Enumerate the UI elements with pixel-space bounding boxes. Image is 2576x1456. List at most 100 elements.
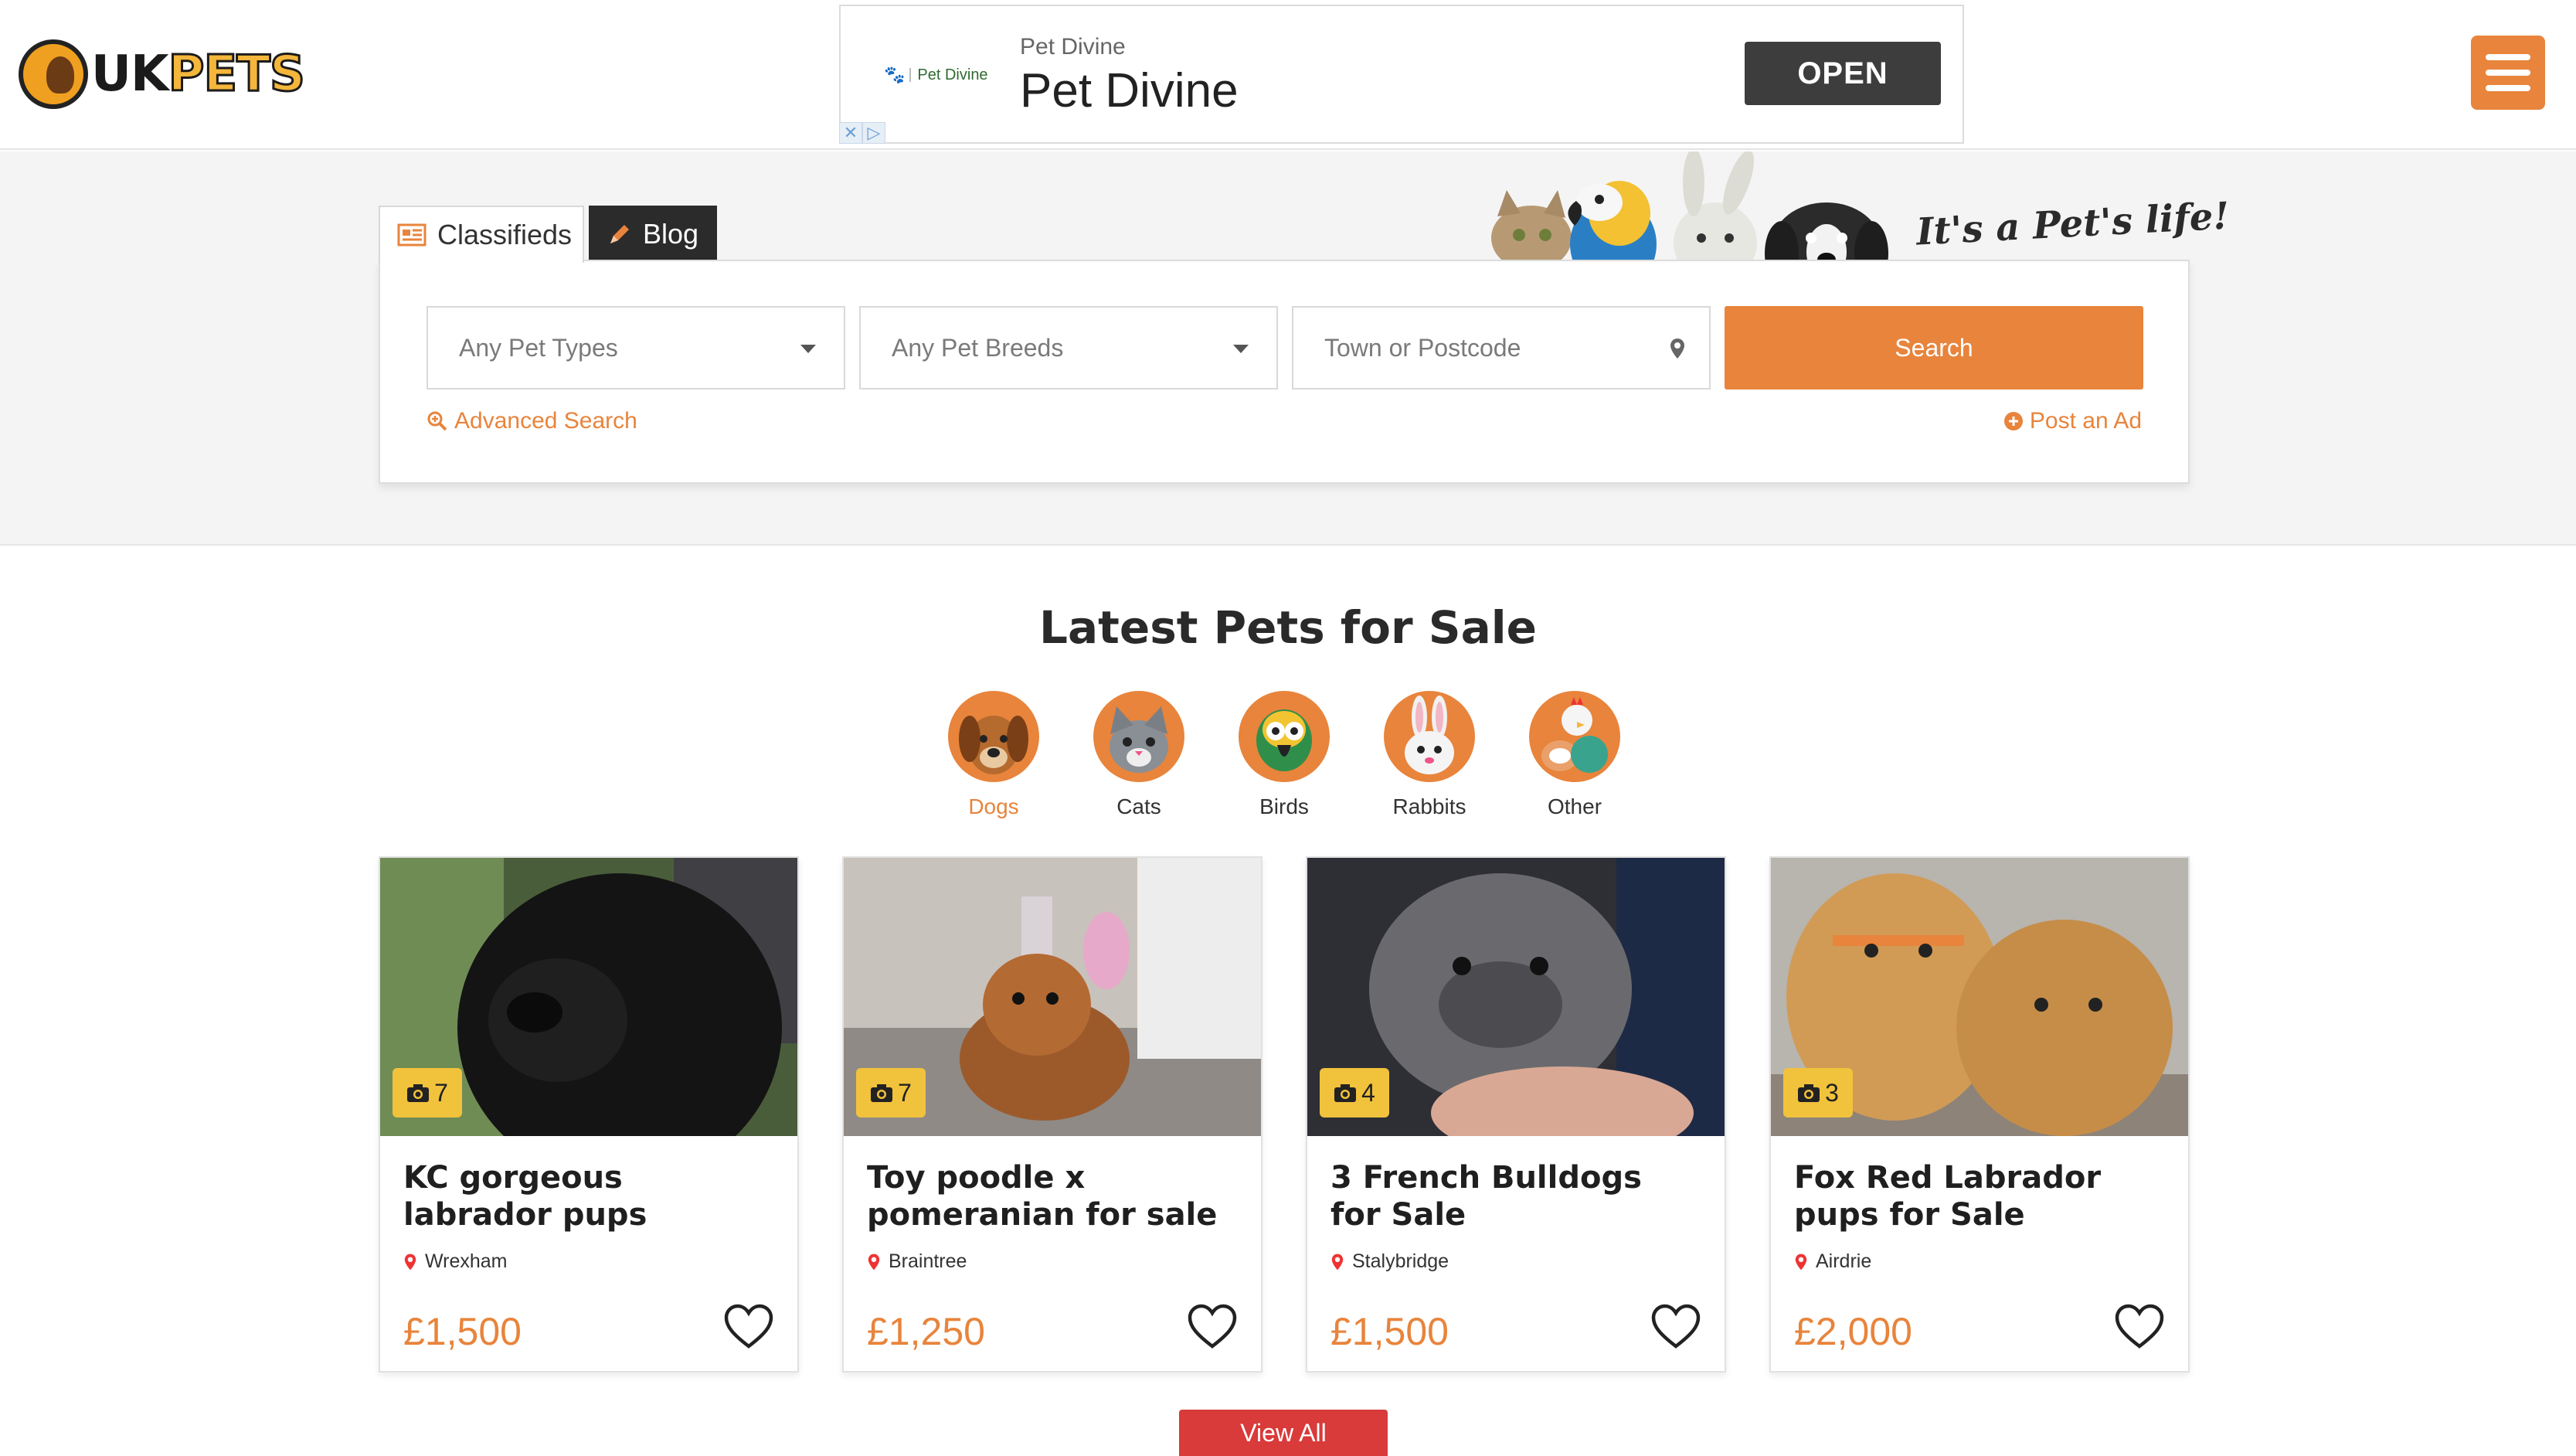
- category-birds[interactable]: Birds: [1236, 691, 1332, 819]
- hamburger-icon-bar: [2486, 54, 2530, 60]
- hamburger-menu-button[interactable]: [2471, 36, 2545, 110]
- category-cats-label: Cats: [1116, 794, 1161, 818]
- photo-count-badge: 7: [393, 1068, 462, 1118]
- search-panel: Any Pet Types Any Pet Breeds Town or Pos…: [379, 260, 2190, 484]
- category-other[interactable]: Other: [1527, 691, 1623, 819]
- listing-price: £1,500: [403, 1310, 522, 1353]
- dog-icon: [948, 691, 1039, 782]
- listing-location-text: Stalybridge: [1352, 1250, 1449, 1272]
- newspaper-icon: [397, 223, 427, 247]
- logo-text: UKPETS: [91, 49, 306, 100]
- listing-location: Braintree: [867, 1250, 967, 1273]
- search-button[interactable]: Search: [1725, 306, 2143, 390]
- listing-location-text: Braintree: [889, 1250, 967, 1272]
- listing-price: £1,250: [867, 1310, 985, 1353]
- listing-location-text: Wrexham: [425, 1250, 508, 1272]
- ad-choices[interactable]: ✕ ▷: [839, 122, 885, 144]
- photo-count: 4: [1361, 1078, 1375, 1107]
- map-pin-icon: [1795, 1254, 1807, 1270]
- favorite-heart-icon[interactable]: [1650, 1303, 1701, 1351]
- advanced-search-label: Advanced Search: [454, 408, 637, 434]
- rabbit-icon: [1384, 691, 1475, 782]
- adchoices-icon[interactable]: ▷: [862, 122, 885, 144]
- map-pin-icon: [1670, 338, 1684, 359]
- photo-count-badge: 3: [1783, 1068, 1853, 1118]
- photo-count-badge: 4: [1320, 1068, 1389, 1118]
- pet-breed-select[interactable]: Any Pet Breeds: [859, 306, 1278, 390]
- category-birds-label: Birds: [1259, 794, 1309, 818]
- other-pets-icon: [1529, 691, 1620, 782]
- pet-type-select[interactable]: Any Pet Types: [427, 306, 845, 390]
- category-rabbits[interactable]: Rabbits: [1381, 691, 1477, 819]
- map-pin-icon: [868, 1254, 880, 1270]
- category-cats[interactable]: Cats: [1091, 691, 1187, 819]
- plus-circle-icon: [2003, 412, 2023, 430]
- listing-card[interactable]: 3 Fox Red Labrador pups for Sale Airdrie…: [1769, 856, 2190, 1373]
- cat-icon: [1093, 691, 1184, 782]
- caret-down-icon: [1233, 345, 1249, 353]
- favorite-heart-icon[interactable]: [1187, 1303, 1238, 1351]
- pet-breed-value: Any Pet Breeds: [892, 333, 1064, 362]
- ad-logo: 🐾 Pet Divine: [884, 65, 988, 85]
- location-input[interactable]: Town or Postcode: [1292, 306, 1711, 390]
- tab-blog-label: Blog: [643, 218, 699, 250]
- ad-logo-text: Pet Divine: [909, 67, 988, 83]
- logo-text-uk: UK: [91, 46, 169, 103]
- listing-card[interactable]: 7 KC gorgeous labrador pups Wrexham £1,5…: [379, 856, 799, 1373]
- search-hero: It's a Pet's life! Classifieds Blog Any …: [0, 151, 2576, 546]
- listing-title[interactable]: KC gorgeous labrador pups: [403, 1159, 774, 1233]
- camera-icon: [1334, 1084, 1357, 1102]
- tab-blog[interactable]: Blog: [589, 206, 717, 261]
- listing-title[interactable]: 3 French Bulldogs for Sale: [1330, 1159, 1701, 1233]
- map-pin-icon: [404, 1254, 416, 1270]
- section-title-latest-pets: Latest Pets for Sale: [1039, 601, 1537, 654]
- site-header: UKPETS 🐾 Pet Divine Pet Divine Pet Divin…: [0, 0, 2576, 150]
- listing-price: £1,500: [1330, 1310, 1449, 1353]
- post-an-ad-label: Post an Ad: [2029, 408, 2142, 434]
- search-plus-icon: [427, 411, 447, 431]
- post-an-ad-link[interactable]: Post an Ad: [2003, 408, 2142, 434]
- caret-down-icon: [800, 345, 816, 353]
- camera-icon: [871, 1084, 893, 1102]
- listing-location: Airdrie: [1794, 1250, 1871, 1273]
- map-pin-icon: [1331, 1254, 1344, 1270]
- favorite-heart-icon[interactable]: [723, 1303, 774, 1351]
- pencil-icon: [607, 222, 632, 247]
- listing-location: Stalybridge: [1330, 1250, 1449, 1273]
- view-all-button[interactable]: View All: [1179, 1410, 1388, 1456]
- location-placeholder: Town or Postcode: [1324, 333, 1521, 362]
- hamburger-icon-bar: [2486, 85, 2530, 91]
- category-other-label: Other: [1547, 794, 1602, 818]
- advertisement-banner[interactable]: 🐾 Pet Divine Pet Divine Pet Divine OPEN …: [839, 5, 1964, 144]
- category-dogs[interactable]: Dogs: [946, 691, 1042, 819]
- close-icon[interactable]: ✕: [839, 122, 862, 144]
- tab-classifieds-label: Classifieds: [437, 219, 573, 250]
- photo-count: 3: [1825, 1078, 1839, 1107]
- parrot-icon: [1239, 691, 1330, 782]
- photo-count-badge: 7: [856, 1068, 926, 1118]
- ukpets-logo[interactable]: UKPETS: [19, 39, 306, 110]
- logo-pets-badge-icon: [19, 39, 88, 109]
- listing-price: £2,000: [1794, 1310, 1912, 1353]
- listing-title[interactable]: Fox Red Labrador pups for Sale: [1794, 1159, 2165, 1233]
- advanced-search-link[interactable]: Advanced Search: [427, 408, 637, 434]
- paw-icon: 🐾: [884, 65, 906, 84]
- listing-card[interactable]: 7 Toy poodle x pomeranian for sale Brain…: [842, 856, 1263, 1373]
- listing-title[interactable]: Toy poodle x pomeranian for sale: [867, 1159, 1238, 1233]
- photo-count: 7: [434, 1078, 448, 1107]
- tagline: It's a Pet's life!: [1915, 194, 2231, 254]
- camera-icon: [1798, 1084, 1820, 1102]
- listing-card[interactable]: 4 3 French Bulldogs for Sale Stalybridge…: [1306, 856, 1726, 1373]
- camera-icon: [407, 1084, 430, 1102]
- ad-advertiser-small: Pet Divine: [1020, 34, 1126, 60]
- photo-count: 7: [898, 1078, 912, 1107]
- ad-open-button[interactable]: OPEN: [1745, 42, 1941, 105]
- ad-advertiser-headline[interactable]: Pet Divine: [1020, 63, 1239, 118]
- category-dogs-label: Dogs: [968, 794, 1019, 818]
- listing-location-text: Airdrie: [1816, 1250, 1872, 1272]
- category-rabbits-label: Rabbits: [1392, 794, 1466, 818]
- listing-location: Wrexham: [403, 1250, 508, 1273]
- hamburger-icon-bar: [2486, 70, 2530, 76]
- tab-classifieds[interactable]: Classifieds: [379, 206, 584, 263]
- favorite-heart-icon[interactable]: [2114, 1303, 2165, 1351]
